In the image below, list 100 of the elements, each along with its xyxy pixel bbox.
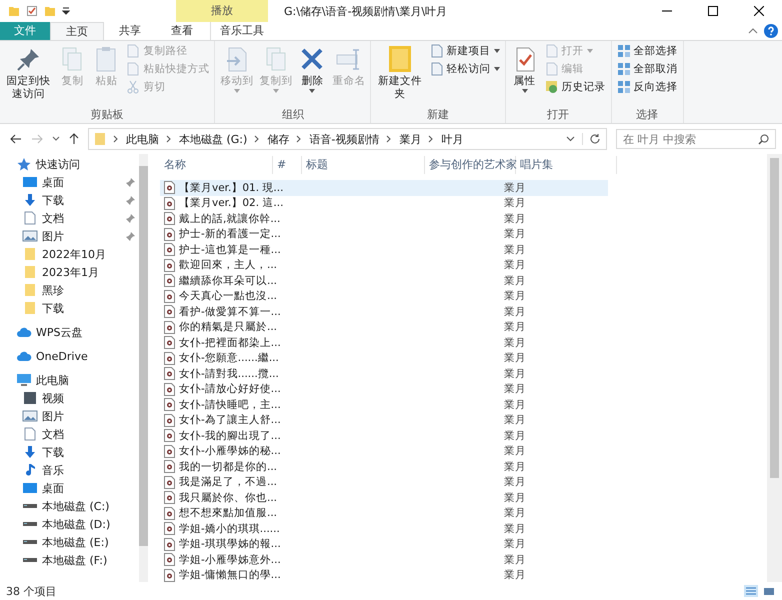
column-header[interactable]: 标题 bbox=[302, 156, 425, 174]
sidebar-item[interactable]: 桌面 bbox=[42, 480, 64, 496]
sidebar-item[interactable]: 下载 bbox=[42, 300, 64, 316]
breadcrumb-item[interactable]: 業月 bbox=[399, 132, 422, 146]
breadcrumb-item[interactable]: 叶月 bbox=[441, 132, 464, 146]
sidebar-item[interactable]: 黑珍 bbox=[42, 282, 64, 298]
sidebar-item[interactable]: 图片 bbox=[42, 228, 64, 244]
file-row[interactable]: 戴上的話,就讓你幹... 業月 bbox=[160, 211, 608, 226]
file-row[interactable]: 护士-這也算是一種... 業月 bbox=[160, 242, 608, 258]
file-row[interactable]: 女仆-為了讓主人舒... 業月 bbox=[160, 412, 608, 428]
column-header[interactable]: # bbox=[273, 156, 302, 174]
back-icon[interactable] bbox=[10, 134, 22, 144]
sidebar-item[interactable]: 下载 bbox=[42, 444, 64, 460]
sidebar-item[interactable]: 文档 bbox=[42, 210, 64, 226]
dropdown-icon bbox=[234, 89, 240, 93]
file-row[interactable]: 我的一切都是你的... 業月 bbox=[160, 459, 608, 474]
breadcrumb-item[interactable]: 储存 bbox=[267, 132, 290, 146]
file-row[interactable]: 护士-新的看護一定... 業月 bbox=[160, 226, 608, 242]
file-row[interactable]: 今天真心一點也沒... 業月 bbox=[160, 288, 608, 304]
address-bar[interactable]: 此电脑 本地磁盘 (G:) 储存 语音-视频剧情 業月 叶月 bbox=[88, 128, 607, 150]
file-row[interactable]: 我是滿足了，不過... 業月 bbox=[160, 474, 608, 490]
audio-file-icon bbox=[164, 506, 175, 520]
column-header[interactable]: 参与创作的艺术家 bbox=[425, 156, 516, 174]
sidebar-item[interactable]: 2022年10月 bbox=[42, 246, 106, 262]
sidebar-item[interactable]: 桌面 bbox=[42, 174, 64, 190]
sidebar-item[interactable]: 快速访问 bbox=[36, 156, 80, 172]
ribbon-tab[interactable]: 共享 bbox=[104, 22, 156, 40]
group-label: 新建 bbox=[426, 107, 450, 123]
file-row[interactable]: 女仆-小雁學姊的秘... 業月 bbox=[160, 444, 608, 459]
file-row[interactable]: 女仆-請放心好好使... 業月 bbox=[160, 382, 608, 397]
file-row[interactable]: 【業月ver.】02. 這... 業月 bbox=[160, 196, 608, 211]
ribbon-button[interactable]: 轻松访问 bbox=[428, 61, 502, 77]
column-header[interactable]: 名称 bbox=[160, 156, 273, 174]
sidebar-item[interactable]: 图片 bbox=[42, 408, 64, 424]
sidebar-item[interactable]: 视频 bbox=[42, 390, 64, 406]
file-row[interactable]: 学姐-琪琪學姊的報... 業月 bbox=[160, 536, 608, 552]
details-view-icon[interactable] bbox=[744, 585, 758, 597]
thumbnail-view-icon[interactable] bbox=[762, 585, 776, 597]
chevron-right-icon[interactable] bbox=[296, 135, 302, 143]
file-row[interactable]: 女仆-請快睡吧，主... 業月 bbox=[160, 397, 608, 412]
ribbon-button[interactable]: 新建文件夹 bbox=[374, 43, 426, 107]
breadcrumb-item[interactable]: 本地磁盘 (G:) bbox=[179, 132, 248, 146]
chevron-right-icon[interactable] bbox=[254, 135, 260, 143]
scrollbar[interactable] bbox=[139, 154, 148, 582]
sidebar-item[interactable]: OneDrive bbox=[36, 350, 88, 362]
search-field[interactable]: 在 叶月 中搜索 bbox=[616, 129, 776, 149]
chevron-right-icon[interactable] bbox=[113, 135, 119, 143]
ribbon-tab[interactable]: 主页 bbox=[50, 22, 104, 40]
file-row[interactable]: 学姐-慵懶無口的學... 業月 bbox=[160, 568, 608, 583]
sidebar-item[interactable]: 本地磁盘 (E:) bbox=[42, 534, 109, 550]
sidebar-item[interactable]: 此电脑 bbox=[36, 372, 69, 388]
file-row[interactable]: 女仆-請對我......攬... 業月 bbox=[160, 366, 608, 382]
ribbon-button[interactable]: 固定到快速访问 bbox=[3, 43, 54, 107]
file-row[interactable]: 歡迎回來，主人，... 業月 bbox=[160, 258, 608, 273]
ribbon-button[interactable]: 新建项目 bbox=[428, 43, 502, 59]
chevron-right-icon[interactable] bbox=[166, 135, 172, 143]
chevron-down-icon[interactable] bbox=[52, 136, 60, 142]
ribbon-button[interactable]: 全部取消 bbox=[614, 61, 680, 77]
dropdown-icon[interactable] bbox=[62, 5, 70, 17]
breadcrumb-item[interactable]: 此电脑 bbox=[126, 132, 159, 146]
file-name: 女仆-把裡面都染上... bbox=[179, 336, 281, 350]
file-name: 女仆-您願意......繼... bbox=[179, 351, 279, 366]
cloud-icon bbox=[16, 349, 32, 363]
up-icon[interactable] bbox=[69, 133, 79, 145]
chevron-right-icon[interactable] bbox=[386, 135, 392, 143]
sidebar-item[interactable]: 音乐 bbox=[42, 462, 64, 478]
ribbon-button[interactable]: 反向选择 bbox=[614, 79, 680, 95]
file-row[interactable]: 女仆-您願意......繼... 業月 bbox=[160, 350, 608, 366]
checked-page-icon[interactable] bbox=[26, 5, 38, 17]
sidebar-item[interactable]: 2023年1月 bbox=[42, 264, 99, 280]
audio-file-icon bbox=[164, 568, 175, 582]
breadcrumb-item[interactable]: 语音-视频剧情 bbox=[309, 132, 380, 146]
collapse-icon[interactable] bbox=[748, 27, 758, 35]
sidebar-item[interactable]: 文档 bbox=[42, 426, 64, 442]
file-row[interactable]: 学姐-嬌小的琪琪...... 業月 bbox=[160, 521, 608, 536]
file-row[interactable]: 看护-做愛算不算一... 業月 bbox=[160, 304, 608, 320]
file-row[interactable]: 繼續舔你耳朵可以... 業月 bbox=[160, 273, 608, 288]
file-row[interactable]: 女仆-我的腳出現了... 業月 bbox=[160, 428, 608, 444]
sidebar-item[interactable]: 下载 bbox=[42, 192, 64, 208]
ribbon-tab[interactable]: 查看 bbox=[156, 22, 208, 40]
sidebar-item[interactable]: 本地磁盘 (F:) bbox=[42, 552, 108, 568]
file-row[interactable]: 学姐-小雁學姊意外... 業月 bbox=[160, 552, 608, 568]
file-row[interactable]: 我只屬於你、你也... 業月 bbox=[160, 490, 608, 506]
help-icon[interactable] bbox=[764, 24, 778, 38]
ribbon-button[interactable]: 删除 bbox=[296, 43, 328, 107]
refresh-icon[interactable] bbox=[582, 133, 601, 145]
sidebar-item[interactable]: WPS云盘 bbox=[36, 324, 82, 340]
scrollbar[interactable] bbox=[767, 154, 782, 582]
selected-row[interactable]: 【業月ver.】01. 現... 業月 bbox=[160, 180, 608, 196]
sidebar-item[interactable]: 本地磁盘 (C:) bbox=[42, 498, 110, 514]
ribbon-button[interactable]: 历史记录 bbox=[542, 79, 608, 95]
file-row[interactable]: 你的精氣是只屬於... 業月 bbox=[160, 320, 608, 335]
sidebar-item[interactable]: 本地磁盘 (D:) bbox=[42, 516, 110, 532]
chevron-right-icon[interactable] bbox=[428, 135, 434, 143]
chevron-down-icon[interactable] bbox=[566, 136, 575, 142]
ribbon-button[interactable]: 属性 bbox=[508, 43, 540, 107]
column-header[interactable]: 唱片集 bbox=[516, 156, 617, 174]
file-row[interactable]: 女仆-把裡面都染上... 業月 bbox=[160, 335, 608, 350]
file-row[interactable]: 想不想來點加值服... 業月 bbox=[160, 506, 608, 521]
ribbon-button[interactable]: 全部选择 bbox=[614, 43, 680, 59]
